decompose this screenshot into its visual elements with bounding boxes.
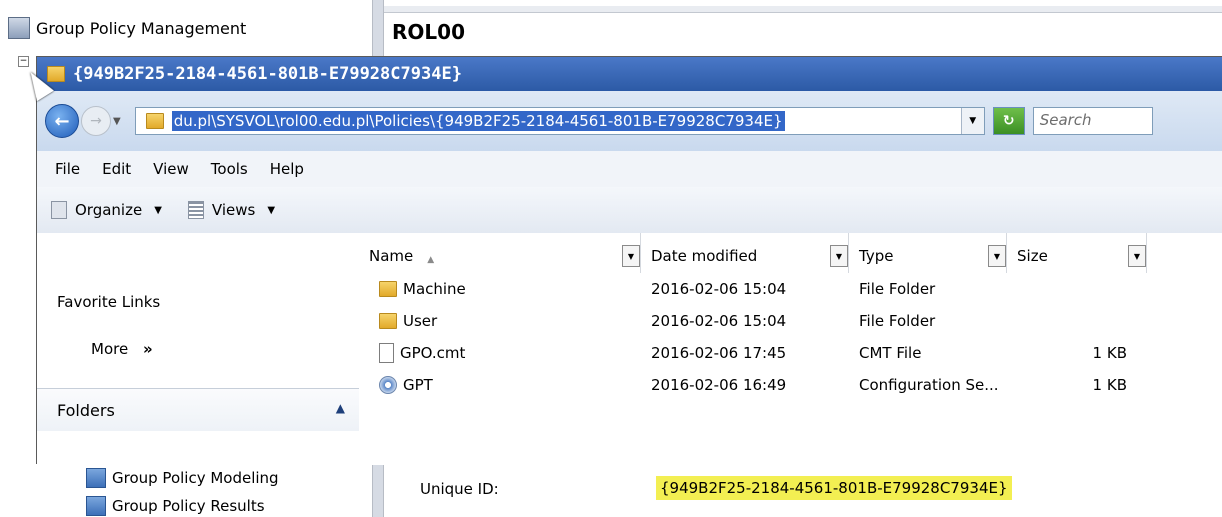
file-type: File Folder	[859, 312, 936, 330]
file-date: 2016-02-06 15:04	[651, 280, 787, 298]
column-filter-dropdown-icon[interactable]: ▼	[988, 245, 1006, 267]
column-header-size[interactable]: Size ▼	[1007, 233, 1147, 273]
command-toolbar: Organize ▼ Views ▼	[37, 187, 1222, 234]
column-label: Type	[859, 247, 894, 265]
views-icon	[187, 201, 204, 219]
window-titlebar[interactable]: {949B2F25-2184-4561-801B-E79928C7934E}	[37, 57, 1222, 91]
table-row[interactable]: GPT 2016-02-06 16:49 Configuration Se...…	[359, 369, 1222, 401]
gpmc-icon	[8, 17, 30, 39]
file-date: 2016-02-06 15:04	[651, 312, 787, 330]
tree-item-gp-results[interactable]: Group Policy Results	[86, 496, 265, 516]
menu-view[interactable]: View	[153, 160, 189, 178]
back-button[interactable]: ←	[45, 104, 79, 138]
menu-edit[interactable]: Edit	[102, 160, 131, 178]
file-name: GPT	[403, 376, 433, 394]
file-name-cell: User	[359, 312, 641, 330]
sort-ascending-icon: ▲	[427, 255, 435, 265]
gpmc-root-label: Group Policy Management	[36, 18, 247, 38]
column-filter-dropdown-icon[interactable]: ▼	[830, 245, 848, 267]
file-name-cell: GPO.cmt	[359, 343, 641, 363]
file-name: GPO.cmt	[400, 344, 466, 362]
refresh-button[interactable]: ↻	[992, 107, 1025, 135]
views-button[interactable]: Views ▼	[187, 201, 276, 219]
folder-icon	[379, 281, 397, 297]
chevron-down-icon: ▼	[267, 204, 276, 216]
folders-bar[interactable]: Folders ▲	[37, 388, 359, 431]
modeling-icon	[86, 468, 106, 488]
column-label: Date modified	[651, 247, 758, 265]
folder-icon	[379, 313, 397, 329]
more-label: More	[91, 340, 129, 358]
folder-icon	[145, 113, 164, 129]
file-name-cell: GPT	[359, 376, 641, 394]
column-header-row: Name ▲ ▼ Date modified ▼ Type ▼ Size ▼	[359, 233, 1222, 273]
organize-label: Organize	[75, 201, 143, 219]
organize-button[interactable]: Organize ▼	[51, 201, 162, 219]
explorer-window: {949B2F25-2184-4561-801B-E79928C7934E} ←…	[36, 56, 1222, 465]
column-filter-dropdown-icon[interactable]: ▼	[1128, 245, 1146, 267]
favorite-links-heading: Favorite Links	[57, 293, 161, 311]
tree-item-gp-modeling[interactable]: Group Policy Modeling	[86, 468, 279, 488]
results-icon	[86, 496, 106, 516]
unique-id-value: {949B2F25-2184-4561-801B-E79928C7934E}	[656, 476, 1012, 500]
folder-icon	[47, 66, 65, 82]
tree-collapse-icon[interactable]: −	[18, 56, 29, 67]
unique-id-label: Unique ID:	[420, 480, 499, 498]
recent-pages-dropdown-icon[interactable]: ▼	[113, 116, 121, 127]
navigation-pane: Favorite Links More » Folders ▲	[37, 233, 360, 465]
file-name: Machine	[403, 280, 466, 298]
column-label: Size	[1017, 247, 1048, 265]
menu-tools[interactable]: Tools	[211, 160, 248, 178]
file-type: File Folder	[859, 280, 936, 298]
column-filter-dropdown-icon[interactable]: ▼	[622, 245, 640, 267]
address-bar[interactable]: du.pl\SYSVOL\rol00.edu.pl\Policies\{949B…	[134, 107, 985, 135]
file-type: Configuration Se...	[859, 376, 999, 394]
tree-item-label: Group Policy Modeling	[112, 469, 279, 487]
tree-item-label: Group Policy Results	[112, 497, 265, 515]
more-chevron-icon: »	[142, 340, 153, 358]
details-title: ROL00	[392, 20, 465, 44]
organize-icon	[51, 201, 67, 219]
menu-file[interactable]: File	[55, 160, 80, 178]
file-date: 2016-02-06 17:45	[651, 344, 787, 362]
file-size: 1 KB	[1092, 344, 1127, 362]
column-label: Name	[369, 247, 414, 265]
table-row[interactable]: GPO.cmt 2016-02-06 17:45 CMT File 1 KB	[359, 337, 1222, 369]
file-size: 1 KB	[1092, 376, 1127, 394]
gpmc-root-node[interactable]: Group Policy Management	[8, 14, 246, 42]
table-row[interactable]: Machine 2016-02-06 15:04 File Folder	[359, 273, 1222, 305]
forward-button[interactable]: →	[81, 106, 111, 136]
menu-bar: File Edit View Tools Help	[37, 151, 1222, 187]
file-list: Name ▲ ▼ Date modified ▼ Type ▼ Size ▼ M…	[359, 233, 1222, 465]
search-input[interactable]: Search	[1032, 107, 1153, 135]
file-name-cell: Machine	[359, 280, 641, 298]
chevron-down-icon: ▼	[154, 204, 162, 216]
file-rows: Machine 2016-02-06 15:04 File Folder Use…	[359, 273, 1222, 401]
folders-label: Folders	[57, 401, 115, 420]
address-path[interactable]: du.pl\SYSVOL\rol00.edu.pl\Policies\{949B…	[171, 111, 785, 131]
file-icon	[379, 343, 394, 363]
column-header-name[interactable]: Name ▲ ▼	[359, 233, 641, 273]
file-name: User	[403, 312, 438, 330]
views-label: Views	[211, 201, 256, 219]
navigation-bar: ← → ▼ du.pl\SYSVOL\rol00.edu.pl\Policies…	[37, 91, 1222, 151]
column-header-date[interactable]: Date modified ▼	[641, 233, 849, 273]
chevron-up-icon: ▲	[335, 401, 345, 415]
config-file-icon	[379, 376, 397, 394]
menu-help[interactable]: Help	[270, 160, 304, 178]
more-link[interactable]: More »	[91, 340, 153, 358]
file-type: CMT File	[859, 344, 922, 362]
details-header-bar	[384, 6, 1222, 13]
file-date: 2016-02-06 16:49	[651, 376, 787, 394]
column-header-type[interactable]: Type ▼	[849, 233, 1007, 273]
window-title: {949B2F25-2184-4561-801B-E79928C7934E}	[73, 64, 462, 84]
address-dropdown-icon[interactable]: ▼	[960, 108, 984, 134]
table-row[interactable]: User 2016-02-06 15:04 File Folder	[359, 305, 1222, 337]
